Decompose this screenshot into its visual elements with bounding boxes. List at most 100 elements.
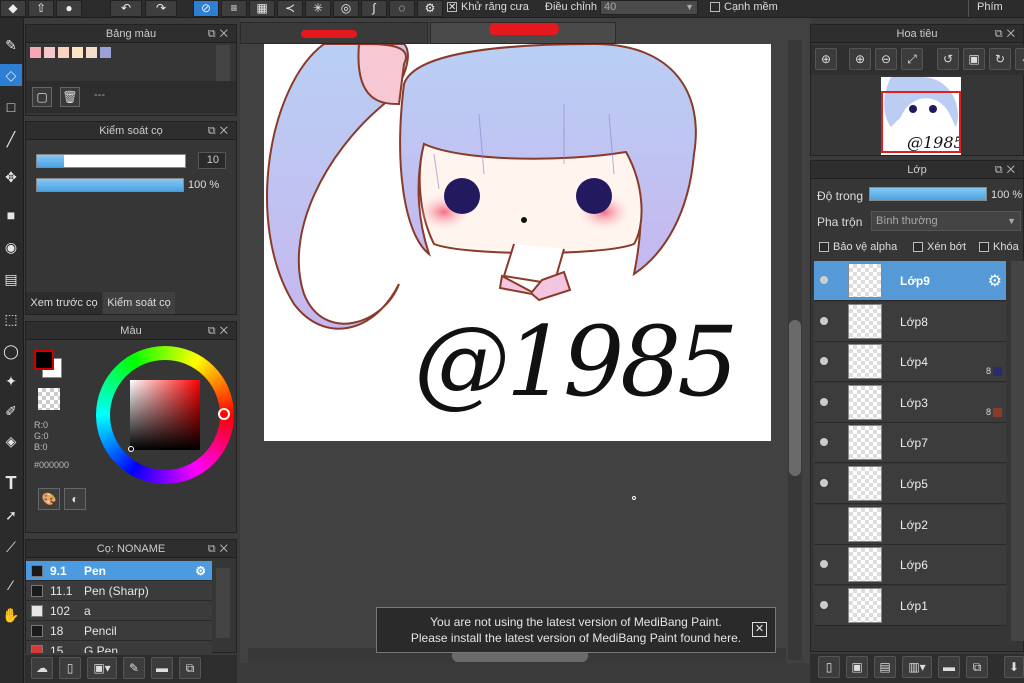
eraser-tool-icon[interactable]: ◇ [0, 64, 22, 86]
palette-swatch[interactable] [72, 47, 83, 58]
zoom-out-icon[interactable]: ⊖ [875, 48, 897, 70]
layer-folder-icon[interactable]: ▬ [938, 656, 960, 678]
brush-item[interactable]: 9.1 Pen ⚙ [26, 561, 212, 581]
drawing-canvas[interactable]: @1985 [264, 44, 771, 441]
palette-swatch[interactable] [44, 47, 55, 58]
update-notification[interactable]: You are not using the latest version of … [376, 607, 776, 653]
layer-row[interactable]: Lớp7 [814, 423, 1006, 464]
reset-view-icon[interactable]: ▣ [963, 48, 985, 70]
snap-grid-icon[interactable]: ▦ [249, 0, 275, 17]
panel-controls-icon[interactable]: ⧉✕ [995, 161, 1019, 179]
cloud-brush-icon[interactable]: ☁ [31, 657, 53, 679]
palette-swatch[interactable] [30, 47, 41, 58]
layer-row[interactable]: Lớp9 ⚙ [814, 261, 1006, 301]
vertical-scrollbar[interactable] [788, 40, 802, 660]
visibility-icon[interactable] [820, 438, 828, 447]
new-halftone-layer-icon[interactable]: ▣ [846, 656, 868, 678]
navigator-thumbnail[interactable]: @1985 [881, 77, 961, 155]
app-icon[interactable]: ◆ [0, 0, 26, 17]
snap-ellipse-icon[interactable]: ◌ [389, 0, 415, 17]
snap-curve-icon[interactable]: ∫ [361, 0, 387, 17]
line-brush-icon[interactable]: ╱ [0, 128, 22, 150]
snap-radial-icon[interactable]: ✳ [305, 0, 331, 17]
smooth-edge-toggle[interactable]: Cạnh mềm [710, 0, 778, 17]
snap-perspective-icon[interactable]: ≺ [277, 0, 303, 17]
brush-size-slider[interactable] [36, 154, 186, 168]
bucket-tool-icon[interactable]: ◉ [0, 236, 22, 258]
close-icon[interactable]: ✕ [752, 622, 767, 637]
palette-scrollbar[interactable] [216, 45, 230, 85]
select-pen-icon[interactable]: ✐ [0, 400, 22, 422]
brush-settings-icon[interactable]: ✎ [123, 657, 145, 679]
visibility-icon[interactable] [820, 357, 828, 366]
comment-icon[interactable]: ● [56, 0, 82, 17]
brush-list-scrollbar[interactable] [216, 568, 230, 638]
clipping-checkbox[interactable] [913, 242, 923, 253]
gradient-tool-icon[interactable]: ▤ [0, 268, 22, 290]
lock-checkbox[interactable] [979, 242, 989, 253]
panel-controls-icon[interactable]: ⧉✕ [995, 25, 1019, 43]
protect-alpha-checkbox[interactable] [819, 242, 829, 253]
layer-row[interactable]: Lớp8 [814, 301, 1006, 342]
clipping-toggle[interactable]: Xén bớt [913, 241, 966, 253]
new-8bit-layer-icon[interactable]: ▤ [874, 656, 896, 678]
saturation-value-square[interactable] [130, 380, 200, 450]
snap-parallel-icon[interactable]: ≡ [221, 0, 247, 17]
new-layer-icon[interactable]: ▯ [818, 656, 840, 678]
hand-tool-icon[interactable]: ✋ [0, 604, 22, 626]
brush-opacity-slider[interactable] [36, 178, 184, 192]
shortcut-button[interactable]: Phím [968, 0, 1024, 17]
layer-row[interactable]: Lớp2 [814, 504, 1006, 545]
gear-icon[interactable]: ⚙ [195, 561, 206, 581]
zoom-fit-icon[interactable]: ⊕ [815, 48, 837, 70]
zoom-in-icon[interactable]: ⊕ [849, 48, 871, 70]
hue-wheel[interactable] [96, 346, 234, 484]
rotate-right-icon[interactable]: ↻ [989, 48, 1011, 70]
antialias-checkbox[interactable] [447, 0, 457, 15]
export-icon[interactable]: ⇧ [28, 0, 54, 17]
color-set-icon[interactable]: ◐ [64, 488, 86, 510]
palette-swatch[interactable] [100, 47, 111, 58]
brush-duplicate-icon[interactable]: ⧉ [179, 657, 201, 679]
operation-tool-icon[interactable]: ➚ [0, 504, 22, 526]
brush-tool-icon[interactable]: ✎ [0, 34, 22, 56]
visibility-icon[interactable] [820, 316, 828, 325]
smooth-edge-checkbox[interactable] [710, 2, 720, 13]
flip-icon[interactable]: ⇔ [1015, 48, 1024, 70]
tab-brush-control[interactable]: Kiểm soát cọ [103, 292, 175, 314]
panel-controls-icon[interactable]: ⧉✕ [208, 122, 232, 140]
tab-brush-preview[interactable]: Xem trước cọ [26, 292, 102, 314]
fill-rect-icon[interactable]: ■ [0, 204, 22, 226]
rotate-left-icon[interactable]: ↺ [937, 48, 959, 70]
canvas-area[interactable]: @1985 [240, 18, 810, 663]
new-brush-icon[interactable]: ▯ [59, 657, 81, 679]
layer-list-scrollbar[interactable] [1011, 261, 1024, 641]
layer-row[interactable]: Lớp6 [814, 545, 1006, 586]
snap-circle-icon[interactable]: ◎ [333, 0, 359, 17]
visibility-icon[interactable] [820, 276, 828, 284]
delete-palette-icon[interactable]: 🗑 [60, 87, 80, 107]
brush-size-value[interactable]: 10 [198, 152, 226, 169]
transparent-color-swatch[interactable] [38, 388, 60, 410]
eyedropper-icon[interactable]: ⁄ [0, 574, 22, 596]
color-handle[interactable] [128, 446, 134, 452]
duplicate-layer-icon[interactable]: ⧉ [966, 656, 988, 678]
layer-row[interactable]: Lớp3 8 [814, 382, 1006, 423]
brush-item[interactable]: 15 G Pen [26, 641, 212, 653]
layer-row[interactable]: Lớp4 8 [814, 342, 1006, 383]
layer-options-icon[interactable]: ▥▾ [902, 656, 932, 678]
lock-toggle[interactable]: Khóa [979, 241, 1019, 253]
select-rect-icon[interactable]: ⬚ [0, 308, 22, 330]
snap-off-icon[interactable]: ⊘ [193, 0, 219, 17]
blend-mode-dropdown[interactable]: Bình thường ▼ [871, 211, 1021, 231]
magic-wand-icon[interactable]: ✦ [0, 370, 22, 392]
layer-row[interactable]: Lớp1 [814, 585, 1006, 626]
divide-tool-icon[interactable]: ⟋ [0, 536, 22, 558]
snap-settings-icon[interactable]: ⚙ [417, 0, 443, 17]
brush-options-icon[interactable]: ▣▾ [87, 657, 117, 679]
vertical-scroll-thumb[interactable] [789, 320, 801, 476]
redo-button[interactable]: ↷ [145, 0, 177, 17]
foreground-color-swatch[interactable] [34, 350, 54, 370]
brush-item[interactable]: 18 Pencil [26, 621, 212, 641]
brush-item[interactable]: 102 a [26, 601, 212, 621]
